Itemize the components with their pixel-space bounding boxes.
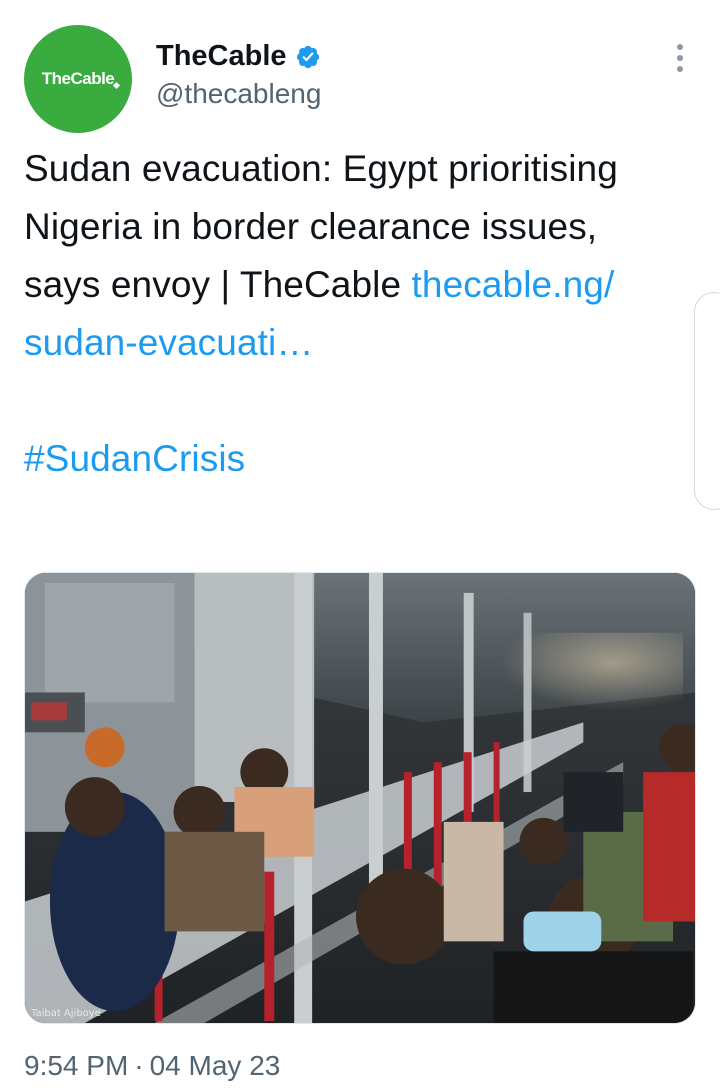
- tweet-photo[interactable]: Taibat Ajiboye: [24, 572, 696, 1024]
- tweet-time: 9:54 PM: [24, 1050, 129, 1081]
- tweet-date: 04 May 23: [149, 1050, 281, 1081]
- avatar[interactable]: TheCable: [24, 25, 132, 133]
- more-dot: [677, 44, 683, 50]
- more-dot: [677, 55, 683, 61]
- timestamp-separator: ·: [134, 1050, 144, 1081]
- more-options-icon[interactable]: [668, 38, 692, 78]
- hashtag-link[interactable]: #SudanCrisis: [24, 438, 245, 479]
- side-panel-handle[interactable]: [694, 292, 720, 510]
- photo-credit: Taibat Ajiboye: [31, 1008, 101, 1019]
- author-name-row[interactable]: TheCable: [156, 40, 321, 73]
- tweet-text: Sudan evacuation: Egypt prioritising Nig…: [24, 140, 674, 488]
- aircraft-cabin-photo: [25, 573, 695, 1023]
- verified-badge-icon: [295, 44, 321, 70]
- display-name[interactable]: TheCable: [156, 40, 287, 73]
- tweet-timestamp[interactable]: 9:54 PM · 04 May 23: [24, 1050, 280, 1082]
- author-handle[interactable]: @thecableng: [156, 78, 321, 110]
- more-dot: [677, 66, 683, 72]
- avatar-logo-text: TheCable: [41, 69, 115, 88]
